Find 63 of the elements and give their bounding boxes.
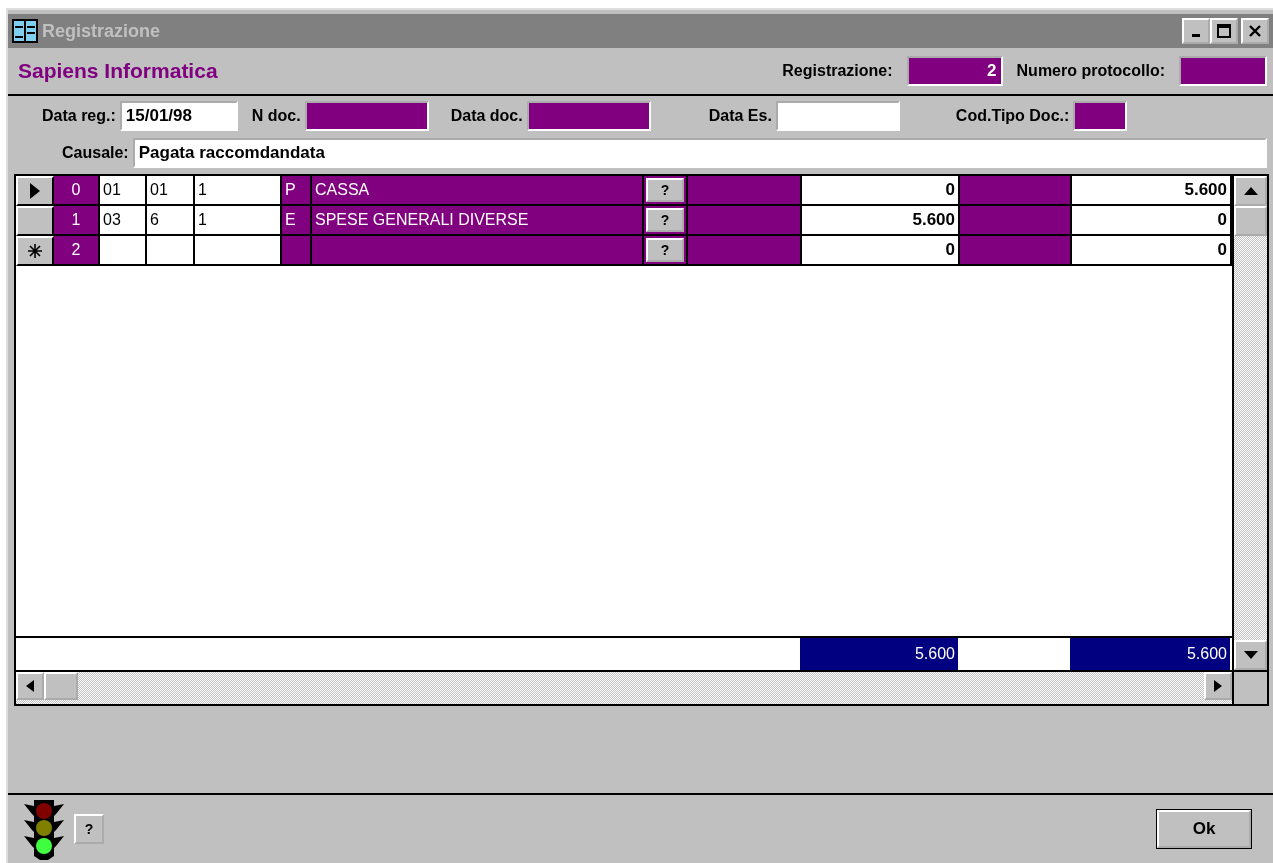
horizontal-scrollbar[interactable] xyxy=(16,670,1232,704)
right-arrow-icon xyxy=(1214,680,1222,692)
scroll-down-button[interactable] xyxy=(1234,640,1267,670)
field-label: Cod.Tipo Doc.: xyxy=(955,107,1070,125)
help-button[interactable]: ? xyxy=(646,178,684,202)
company-name: Sapiens Informatica xyxy=(18,59,218,83)
asterisk-icon xyxy=(28,244,42,258)
window-title: Registrazione xyxy=(42,20,161,42)
input-field[interactable] xyxy=(304,101,429,131)
table-cell: P xyxy=(282,176,312,206)
table-cell: 0 xyxy=(54,176,100,206)
input-field[interactable] xyxy=(526,101,651,131)
ok-button[interactable]: Ok xyxy=(1157,810,1251,848)
maximize-button[interactable] xyxy=(1210,18,1238,44)
table-cell: 01 xyxy=(100,176,147,206)
causale-field[interactable]: Pagata raccomdandata xyxy=(132,138,1267,168)
field-label: Data doc. xyxy=(450,107,523,125)
maximize-icon xyxy=(1217,24,1231,38)
down-arrow-icon xyxy=(1243,651,1258,659)
up-arrow-icon xyxy=(1243,187,1258,195)
protocol-number-label: Numero protocollo: xyxy=(1016,62,1165,80)
scroll-thumb[interactable] xyxy=(1234,206,1267,236)
field-label: N doc. xyxy=(251,107,301,125)
total-cell: 5.600 xyxy=(1070,638,1230,670)
field-label: Data Es. xyxy=(708,107,772,125)
window-icon xyxy=(12,19,38,43)
scroll-up-button[interactable] xyxy=(1234,176,1267,206)
input-field[interactable] xyxy=(775,101,900,131)
close-icon xyxy=(1248,24,1262,38)
scroll-right-button[interactable] xyxy=(1204,672,1232,700)
minimize-icon xyxy=(1192,34,1200,37)
close-button[interactable] xyxy=(1241,18,1269,44)
field-label: Causale: xyxy=(62,144,129,162)
left-arrow-icon xyxy=(26,680,34,692)
table-cell: 1 xyxy=(54,206,100,236)
table-cell: 03 xyxy=(100,206,147,236)
protocol-number-field[interactable] xyxy=(1179,56,1267,86)
table-cell xyxy=(100,236,147,266)
minimize-button[interactable] xyxy=(1182,18,1210,44)
help-button[interactable]: ? xyxy=(646,208,684,232)
row-selector[interactable] xyxy=(16,176,54,206)
vertical-scrollbar[interactable] xyxy=(1232,176,1267,704)
table-cell: E xyxy=(282,206,312,236)
input-field[interactable] xyxy=(1073,101,1128,131)
table-cell xyxy=(147,236,195,266)
row-selector[interactable] xyxy=(16,236,54,266)
table-cell xyxy=(282,236,312,266)
table-cell: 2 xyxy=(54,236,100,266)
row-selector[interactable] xyxy=(16,206,54,236)
table-cell: SPESE GENERALI DIVERSE xyxy=(312,206,644,236)
registration-field[interactable]: 2 xyxy=(906,56,1003,86)
table-cell: 01 xyxy=(147,176,195,206)
table-cell: 6 xyxy=(147,206,195,236)
help-button[interactable]: ? xyxy=(74,814,104,844)
field-label: Data reg.: xyxy=(42,107,116,125)
scroll-left-button[interactable] xyxy=(16,672,44,700)
table-cell: CASSA xyxy=(312,176,644,206)
scroll-thumb[interactable] xyxy=(44,672,78,700)
help-button[interactable]: ? xyxy=(646,238,684,262)
input-field[interactable]: 15/01/98 xyxy=(119,101,238,131)
total-cell: 5.600 xyxy=(800,638,958,670)
row-pointer-icon xyxy=(30,183,40,199)
registration-label: Registrazione: xyxy=(782,62,893,80)
